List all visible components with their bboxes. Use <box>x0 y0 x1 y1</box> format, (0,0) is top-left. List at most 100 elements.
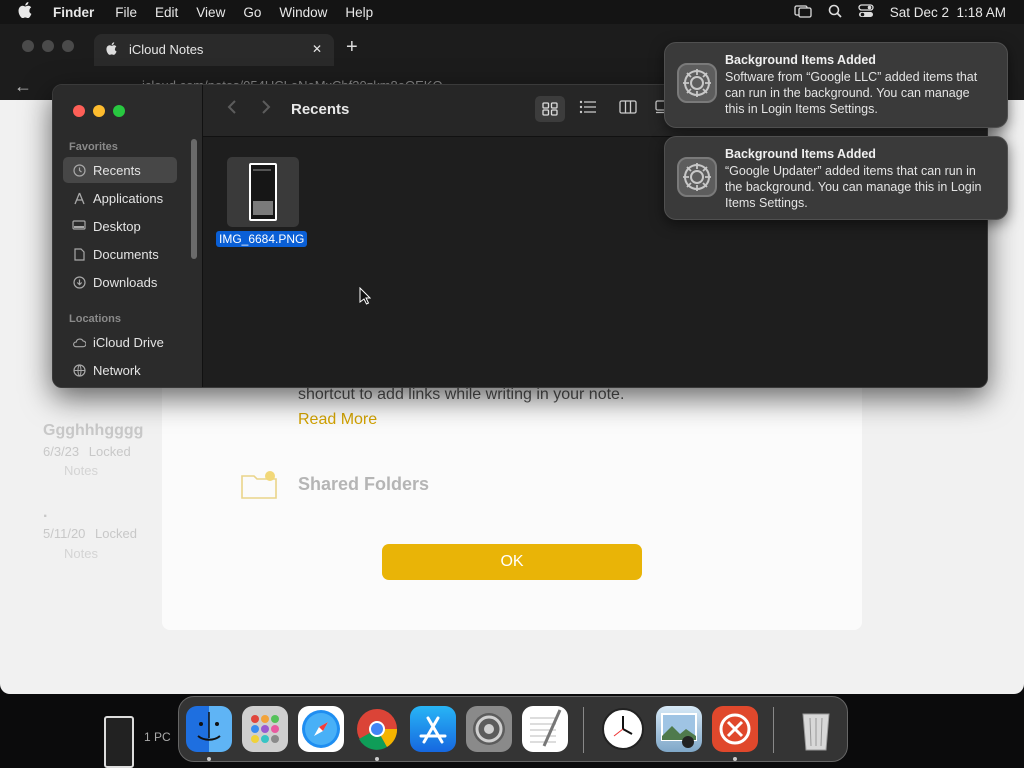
menu-window[interactable]: Window <box>279 5 327 20</box>
dock-finder-icon[interactable] <box>186 706 232 752</box>
menu-go[interactable]: Go <box>243 5 261 20</box>
dock-running-indicator <box>733 757 737 761</box>
icon-view-button[interactable] <box>535 96 565 122</box>
finder-window: Favorites Recents Applications Desktop D… <box>52 84 988 388</box>
notes-list-item[interactable]: . 5/11/20 Locked Notes <box>24 504 164 564</box>
dock-running-indicator <box>375 757 379 761</box>
shared-folders-heading: Shared Folders <box>298 474 430 494</box>
forward-chevron-icon[interactable] <box>261 99 271 120</box>
note-folder: Notes <box>64 546 98 561</box>
dialog-body-text: shortcut to add links while writing in y… <box>298 386 625 403</box>
sidebar-item-label: Applications <box>93 190 164 206</box>
back-chevron-icon[interactable] <box>227 99 237 120</box>
notification-title: Background Items Added <box>725 147 876 161</box>
sidebar-item-downloads[interactable]: Downloads <box>63 269 177 295</box>
notification-background-items-google[interactable]: Background Items Added Software from “Go… <box>664 42 1008 128</box>
notification-body: “Google Updater” added items that can ru… <box>725 164 982 210</box>
note-date: 5/11/20 <box>43 526 86 541</box>
dock-remote-desktop-icon[interactable] <box>712 706 758 752</box>
dock-chrome-icon[interactable] <box>354 706 400 752</box>
finder-sidebar: Favorites Recents Applications Desktop D… <box>53 85 203 387</box>
sidebar-item-label: Network <box>93 362 141 378</box>
back-arrow-icon[interactable]: ← <box>14 76 32 97</box>
note-date: 6/3/23 <box>43 444 80 459</box>
notification-body: Software from “Google LLC” added items t… <box>725 70 978 116</box>
menu-app-name[interactable]: Finder <box>53 5 94 20</box>
close-tab-icon[interactable]: ✕ <box>312 42 322 56</box>
column-view-button[interactable] <box>619 100 637 119</box>
sidebar-item-label: Downloads <box>93 274 158 290</box>
sidebar-item-documents[interactable]: Documents <box>63 241 177 267</box>
sidebar-item-recents[interactable]: Recents <box>63 157 177 183</box>
dock-separator <box>773 707 774 753</box>
locations-header: Locations <box>69 313 121 325</box>
apple-icon[interactable] <box>18 2 32 22</box>
menu-clock[interactable]: Sat Dec 2 1:18 AM <box>890 5 1006 20</box>
ok-button[interactable]: OK <box>382 544 642 580</box>
read-more-link[interactable]: Read More <box>298 411 377 429</box>
spotlight-search-icon[interactable] <box>828 4 842 21</box>
sidebar-item-desktop[interactable]: Desktop <box>63 213 177 239</box>
dock-preview-icon[interactable] <box>656 706 702 752</box>
mouse-cursor-icon <box>359 286 372 310</box>
browser-tab-title: iCloud Notes <box>129 42 204 57</box>
screen-mirroring-icon[interactable] <box>794 4 812 21</box>
clock-icon <box>72 163 86 177</box>
dock <box>178 696 848 762</box>
network-icon <box>72 363 86 377</box>
sidebar-item-label: Documents <box>93 246 159 262</box>
browser-close-dot[interactable] <box>22 40 34 52</box>
whats-new-dialog: shortcut to add links while writing in y… <box>162 360 862 630</box>
dock-running-indicator <box>207 757 211 761</box>
phone-preview-thumbnail <box>104 716 134 768</box>
note-folder: Notes <box>64 463 98 478</box>
new-tab-button[interactable]: + <box>346 36 358 59</box>
menu-edit[interactable]: Edit <box>155 5 178 20</box>
browser-minimize-dot[interactable] <box>42 40 54 52</box>
system-settings-gear-icon <box>677 157 717 197</box>
download-icon <box>72 275 86 289</box>
file-item[interactable]: IMG_6684.PNG <box>215 157 315 249</box>
dock-trash-icon[interactable] <box>793 706 839 752</box>
cloud-icon <box>72 335 86 349</box>
note-title: . <box>43 504 48 521</box>
sidebar-item-label: iCloud Drive <box>93 334 164 350</box>
sidebar-item-label: Recents <box>93 162 141 178</box>
menu-view[interactable]: View <box>196 5 225 20</box>
sidebar-item-applications[interactable]: Applications <box>63 185 177 211</box>
dock-clock-icon[interactable] <box>600 706 646 752</box>
sidebar-item-icloud-drive[interactable]: iCloud Drive <box>63 329 177 355</box>
notes-list-item[interactable]: Ggghhhgggg 6/3/23 Locked Notes <box>24 420 164 480</box>
applications-icon <box>72 191 86 205</box>
sidebar-item-label: Desktop <box>93 218 141 234</box>
window-close-button[interactable] <box>73 105 85 117</box>
list-view-button[interactable] <box>579 100 597 119</box>
system-settings-gear-icon <box>677 63 717 103</box>
dock-textedit-icon[interactable] <box>522 706 568 752</box>
desktop-icon <box>72 219 86 233</box>
window-minimize-button[interactable] <box>93 105 105 117</box>
sidebar-scrollbar[interactable] <box>191 139 197 259</box>
dock-safari-icon[interactable] <box>298 706 344 752</box>
menu-file[interactable]: File <box>115 5 137 20</box>
note-status: Locked <box>95 526 137 541</box>
dock-app-store-icon[interactable] <box>410 706 456 752</box>
window-zoom-button[interactable] <box>113 105 125 117</box>
dock-launchpad-icon[interactable] <box>242 706 288 752</box>
menu-bar: Finder File Edit View Go Window Help Sat… <box>0 0 1024 24</box>
dock-separator <box>583 707 584 753</box>
file-name-label[interactable]: IMG_6684.PNG <box>216 231 308 247</box>
document-icon <box>72 247 86 261</box>
browser-zoom-dot[interactable] <box>62 40 74 52</box>
note-title: Ggghhhgggg <box>43 422 144 439</box>
control-center-icon[interactable] <box>858 3 874 21</box>
image-thumbnail-icon <box>249 163 277 221</box>
menu-help[interactable]: Help <box>345 5 373 20</box>
notification-background-items-updater[interactable]: Background Items Added “Google Updater” … <box>664 136 1008 220</box>
apple-favicon-icon <box>106 42 117 58</box>
dock-system-settings-icon[interactable] <box>466 706 512 752</box>
window-title: Recents <box>291 101 350 118</box>
browser-tab-icloud-notes[interactable]: iCloud Notes ✕ <box>94 34 334 66</box>
sidebar-item-network[interactable]: Network <box>63 357 177 383</box>
favorites-header: Favorites <box>69 141 118 153</box>
